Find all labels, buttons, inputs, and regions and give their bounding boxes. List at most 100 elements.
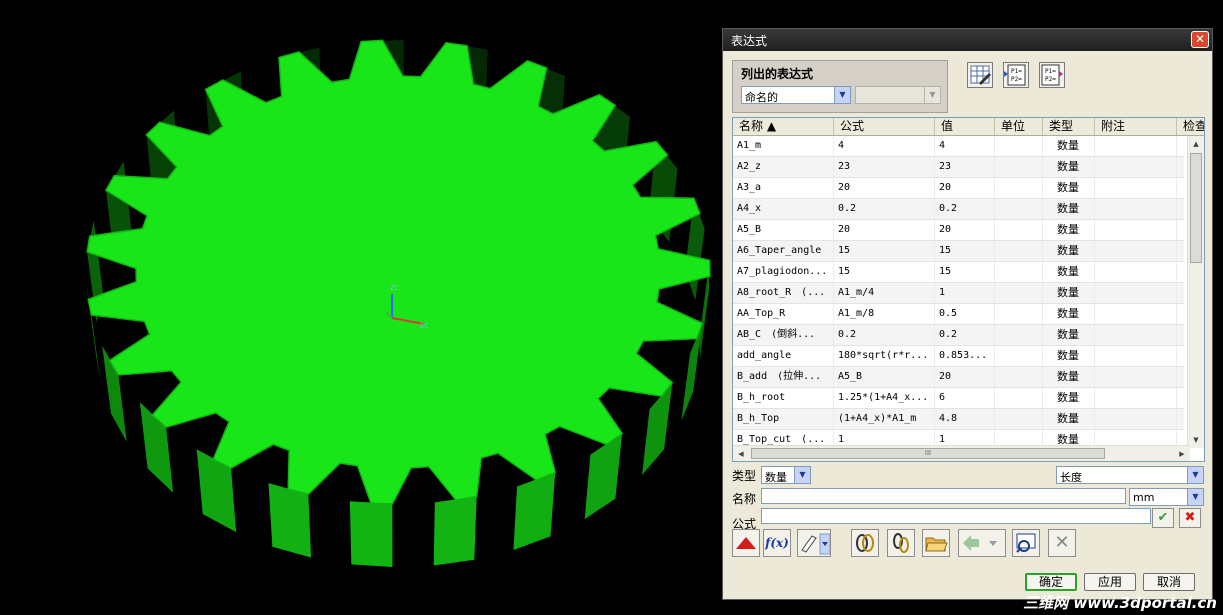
cell-formula: 15 (834, 262, 935, 282)
zoom-window-icon (1016, 533, 1036, 553)
formula-input[interactable] (761, 508, 1151, 524)
scroll-right-icon[interactable]: ▶ (1174, 446, 1190, 461)
export-expressions-button[interactable]: P1= P2= (1039, 62, 1065, 88)
chevron-down-icon[interactable]: ▼ (834, 87, 850, 103)
cell-type: 数量 (1043, 409, 1095, 429)
listed-expressions-label: 列出的表达式 (741, 67, 814, 81)
cell-comment (1095, 283, 1177, 303)
cell-name: B_h_Top (733, 409, 834, 429)
cell-type: 数量 (1043, 178, 1095, 198)
graphics-viewport[interactable]: ZC XC (0, 0, 722, 615)
spreadsheet-edit-button[interactable] (967, 62, 993, 88)
cell-comment (1095, 367, 1177, 387)
cell-comment (1095, 241, 1177, 261)
table-row[interactable]: B_h_root 1.25*(1+A4_x... 6 数量 (733, 388, 1184, 409)
cell-formula: 15 (834, 241, 935, 261)
xc-axis-label: XC (420, 322, 429, 330)
svg-text:P2=: P2= (1011, 76, 1022, 83)
import-expressions-button[interactable]: P1= P2= (1003, 62, 1029, 88)
cell-type: 数量 (1043, 304, 1095, 324)
cell-comment (1095, 199, 1177, 219)
column-header-value[interactable]: 值 (935, 118, 995, 135)
unit-select[interactable]: mm ▼ (1129, 488, 1204, 506)
chevron-down-icon[interactable]: ▼ (1187, 467, 1203, 483)
table-row[interactable]: A3_a 20 20 数量 (733, 178, 1184, 199)
cell-unit (995, 283, 1043, 303)
table-row[interactable]: A2_z 23 23 数量 (733, 157, 1184, 178)
chevron-down-icon[interactable]: ▼ (794, 467, 810, 483)
table-row[interactable]: A6_Taper_angle 15 15 数量 (733, 241, 1184, 262)
type-select[interactable]: 数量 ▼ (761, 466, 811, 484)
cancel-button[interactable]: 取消 (1143, 573, 1195, 591)
scroll-up-icon[interactable]: ▲ (1188, 136, 1204, 152)
list-filter-select[interactable]: 命名的 ▼ (741, 86, 851, 104)
apply-button[interactable]: 应用 (1084, 573, 1136, 591)
table-row[interactable]: add_angle 180*sqrt(r*r... 0.853... 数量 (733, 346, 1184, 367)
name-input[interactable] (761, 488, 1126, 504)
cell-value: 0.2 (935, 325, 995, 345)
expressions-dialog: 表达式 ✕ 列出的表达式 命名的 ▼ ▼ P1= P2= P1= P2= 名称 … (722, 28, 1213, 600)
table-row[interactable]: AA_Top_R A1_m/8 0.5 数量 (733, 304, 1184, 325)
cell-formula: 0.2 (834, 325, 935, 345)
name-label: 名称 (732, 492, 757, 506)
horizontal-scrollbar[interactable]: ◀ III ▶ (733, 445, 1190, 461)
green-arrow-icon (963, 535, 997, 551)
cell-comment (1095, 220, 1177, 240)
cell-type: 数量 (1043, 199, 1095, 219)
measure-dropdown-button[interactable] (797, 529, 831, 557)
table-row[interactable]: A8_root_R (... A1_m/4 1 数量 (733, 283, 1184, 304)
list-filter-value: 命名的 (745, 91, 778, 104)
cell-name: A4_x (733, 199, 834, 219)
cell-unit (995, 220, 1043, 240)
vertical-scrollbar[interactable]: ▲ ▼ (1187, 136, 1204, 448)
cell-type: 数量 (1043, 157, 1095, 177)
link-expression-button[interactable] (887, 529, 915, 557)
zoom-view-button[interactable] (1012, 529, 1040, 557)
column-header-check[interactable]: 检查 (1177, 118, 1204, 135)
table-row[interactable]: B_h_Top (1+A4_x)*A1_m 4.8 数量 (733, 409, 1184, 430)
zc-axis-label: ZC (390, 284, 399, 292)
scroll-down-icon[interactable]: ▼ (1188, 432, 1204, 448)
close-button[interactable]: ✕ (1191, 31, 1209, 48)
chevron-down-icon[interactable]: ▼ (1187, 489, 1203, 505)
cell-unit (995, 304, 1043, 324)
cell-name: A7_plagiodon... (733, 262, 834, 282)
column-header-name[interactable]: 名称 ▲ (733, 118, 834, 135)
cell-comment (1095, 136, 1177, 156)
table-row[interactable]: A5_B 20 20 数量 (733, 220, 1184, 241)
column-header-comment[interactable]: 附注 (1095, 118, 1177, 135)
vertical-scroll-thumb[interactable] (1190, 153, 1202, 263)
insert-function-button[interactable]: f(x) (763, 529, 791, 557)
table-row[interactable]: B_add (拉伸... A5_B 20 数量 (733, 367, 1184, 388)
scroll-left-icon[interactable]: ◀ (733, 446, 749, 461)
cell-name: A1_m (733, 136, 834, 156)
table-row[interactable]: A7_plagiodon... 15 15 数量 (733, 262, 1184, 283)
cell-type: 数量 (1043, 136, 1095, 156)
reject-edit-button[interactable]: ✖ (1179, 508, 1201, 528)
cell-comment (1095, 157, 1177, 177)
delete-expression-button[interactable] (732, 529, 760, 557)
open-file-button[interactable] (922, 529, 950, 557)
column-header-unit[interactable]: 单位 (995, 118, 1043, 135)
table-row[interactable]: A1_m 4 4 数量 (733, 136, 1184, 157)
cell-unit (995, 388, 1043, 408)
dialog-titlebar[interactable]: 表达式 ✕ (723, 29, 1212, 51)
cell-value: 4 (935, 136, 995, 156)
ok-button[interactable]: 确定 (1025, 573, 1077, 591)
horizontal-scroll-thumb[interactable]: III (751, 448, 1105, 459)
dimension-select[interactable]: 长度 ▼ (1056, 466, 1204, 484)
table-row[interactable]: A4_x 0.2 0.2 数量 (733, 199, 1184, 220)
column-header-formula[interactable]: 公式 (834, 118, 935, 135)
cell-value: 15 (935, 241, 995, 261)
table-row[interactable]: AB_C (倒斜... 0.2 0.2 数量 (733, 325, 1184, 346)
cell-formula: A1_m/8 (834, 304, 935, 324)
reference-button[interactable] (851, 529, 879, 557)
cell-type: 数量 (1043, 283, 1095, 303)
column-header-type[interactable]: 类型 (1043, 118, 1095, 135)
cell-formula: 0.2 (834, 199, 935, 219)
cell-comment (1095, 304, 1177, 324)
cell-formula: 4 (834, 136, 935, 156)
cell-unit (995, 409, 1043, 429)
accept-edit-button[interactable]: ✔ (1152, 508, 1174, 528)
expressions-table[interactable]: 名称 ▲ 公式 值 单位 类型 附注 检查 A1_m 4 4 数量 A2_z 23 23 数量… (732, 117, 1205, 462)
